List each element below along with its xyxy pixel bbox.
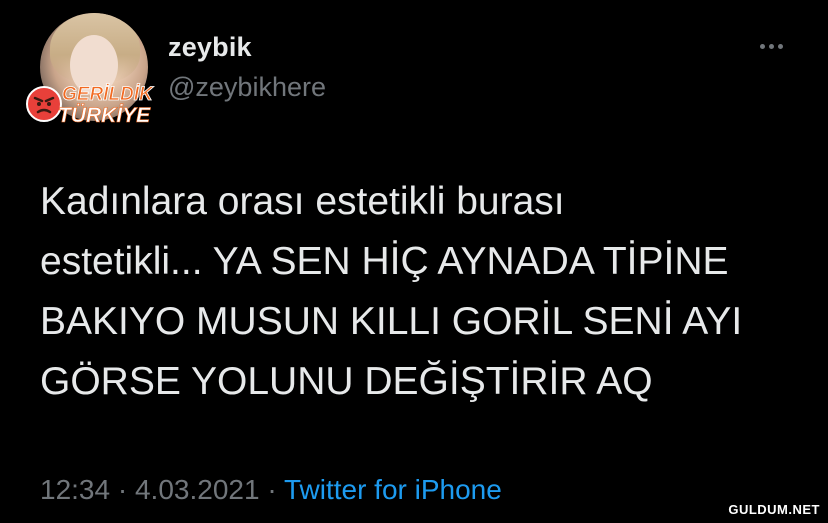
display-name[interactable]: zeybik (168, 32, 252, 63)
logo-line-1: GERİLDİK (62, 84, 154, 105)
meta-separator: · (259, 474, 284, 505)
dot (768, 43, 774, 49)
logo-line-2: TÜRKİYE (58, 104, 151, 127)
tweet-date[interactable]: 4.03.2021 (135, 474, 260, 505)
meta-separator: · (110, 474, 135, 505)
dot (759, 43, 765, 49)
geril-dik-turkiye-logo: GERİLDİK TÜRKİYE (26, 84, 154, 127)
tweet-text: Kadınlara orası estetikli burası estetik… (40, 180, 743, 403)
user-handle[interactable]: @zeybikhere (168, 72, 326, 103)
tweet-time[interactable]: 12:34 (40, 474, 110, 505)
site-watermark: GULDUM.NET (728, 502, 820, 517)
angry-face-icon (26, 86, 62, 122)
tweet-source-link[interactable]: Twitter for iPhone (284, 474, 502, 505)
dot (777, 43, 783, 49)
more-horizontal-icon[interactable] (756, 38, 786, 54)
tweet-meta: 12:34 · 4.03.2021 · Twitter for iPhone (40, 474, 502, 506)
